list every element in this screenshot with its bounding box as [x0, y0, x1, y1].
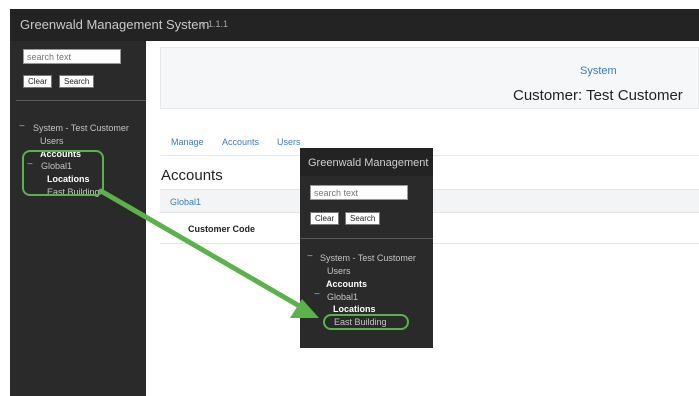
- zoom-divider: [300, 238, 433, 239]
- global1-link[interactable]: Global1: [170, 197, 201, 207]
- clear-button[interactable]: Clear: [23, 75, 53, 88]
- zoom-clear-button: Clear: [310, 212, 340, 225]
- zoom-search-input: [310, 185, 408, 200]
- zoom-tree-item-locations: Locations: [333, 304, 376, 314]
- section-title: Accounts: [161, 167, 223, 184]
- top-bar: Greenwald Management System v 1.1.1: [10, 9, 699, 41]
- sidebar-divider: [16, 100, 146, 101]
- header-panel: System Customer: Test Customer: [160, 47, 699, 109]
- zoom-top-bar: Greenwald Management: [300, 148, 433, 176]
- collapse-toggle-icon: −: [314, 289, 320, 300]
- tab-accounts[interactable]: Accounts: [222, 137, 259, 147]
- tree-item-system[interactable]: System - Test Customer: [33, 123, 129, 133]
- collapse-toggle-icon[interactable]: −: [19, 121, 25, 132]
- sidebar: Clear Search − System - Test Customer Us…: [10, 41, 146, 396]
- search-input[interactable]: [23, 49, 121, 64]
- zoom-app-title: Greenwald Management: [308, 157, 429, 169]
- tree-item-users[interactable]: Users: [40, 136, 64, 146]
- app-version: v 1.1.1: [201, 19, 229, 29]
- zoom-tree-item-accounts: Accounts: [326, 279, 368, 289]
- zoom-tree-item-users: Users: [327, 266, 351, 276]
- collapse-toggle-icon: −: [307, 251, 313, 262]
- tab-users[interactable]: Users: [277, 137, 301, 147]
- page-title: Customer: Test Customer: [513, 87, 683, 104]
- zoom-tree-item-global1: Global1: [327, 292, 359, 302]
- highlight-ring: [323, 314, 409, 330]
- search-button[interactable]: Search: [59, 75, 95, 88]
- zoom-tree-item-system: System - Test Customer: [320, 253, 416, 263]
- system-link[interactable]: System: [580, 65, 617, 77]
- zoom-search-button: Search: [345, 212, 381, 225]
- customer-code-label: Customer Code: [188, 224, 256, 234]
- highlight-ring: [22, 150, 104, 196]
- tab-manage[interactable]: Manage: [171, 137, 204, 147]
- app-title[interactable]: Greenwald Management System: [20, 17, 209, 32]
